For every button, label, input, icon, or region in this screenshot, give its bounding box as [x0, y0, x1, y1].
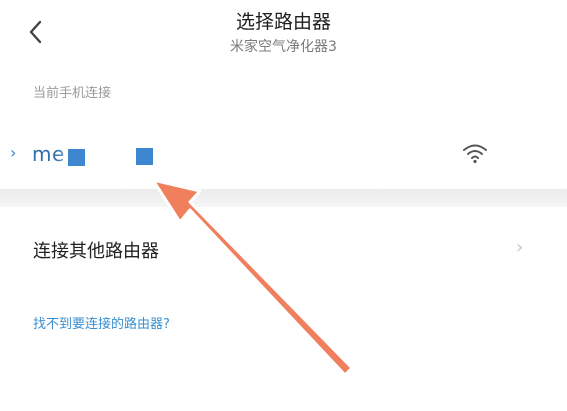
page-title: 选择路由器: [235, 11, 331, 33]
current-connection-label: 当前手机连接: [33, 86, 112, 101]
section-divider: [0, 189, 567, 207]
router-not-found-link[interactable]: 找不到要连接的路由器?: [33, 313, 170, 332]
device-subtitle: 米家空气净化器3: [230, 39, 337, 55]
header-bar: 选择路由器 米家空气净化器3: [0, 0, 567, 66]
redaction-pixel: [136, 148, 153, 165]
chevron-right-icon: ›: [516, 237, 524, 258]
redaction-pixel: [68, 149, 85, 166]
wifi-icon: [463, 144, 487, 164]
current-wifi-ssid: me: [32, 142, 65, 166]
other-router-label: 连接其他路由器: [33, 241, 159, 262]
expand-chevron-icon: ›: [10, 143, 17, 162]
other-router-row[interactable]: 连接其他路由器 ›: [0, 207, 567, 291]
